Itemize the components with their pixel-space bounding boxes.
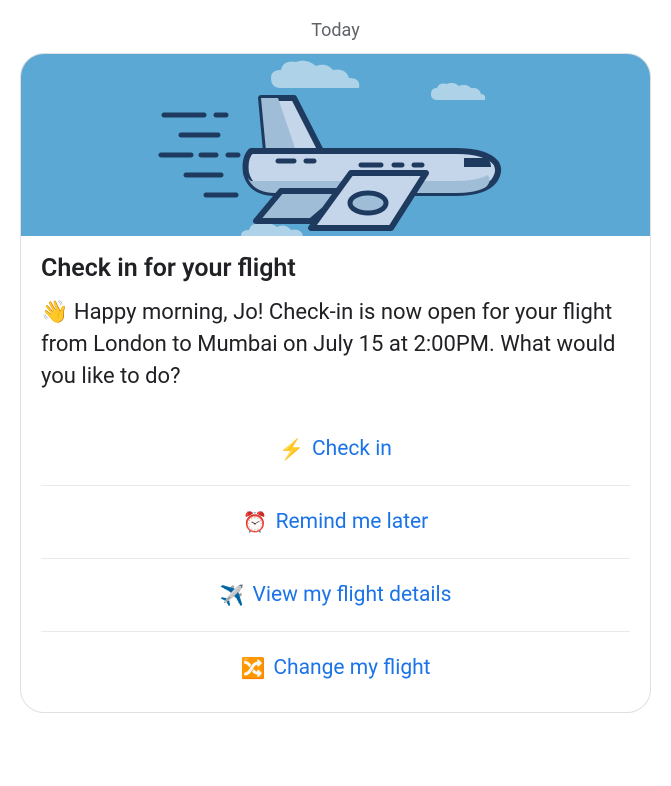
airplane-icon xyxy=(146,73,526,233)
action-label: Remind me later xyxy=(276,510,429,534)
lightning-icon: ⚡ xyxy=(279,437,304,461)
notification-card: Check in for your flight 👋 Happy morning… xyxy=(20,53,651,713)
action-label: View my flight details xyxy=(252,583,451,607)
alarm-clock-icon: ⏰ xyxy=(243,510,268,534)
hero-illustration xyxy=(21,54,650,236)
shuffle-icon: 🔀 xyxy=(240,656,265,680)
card-body: Check in for your flight 👋 Happy morning… xyxy=(21,236,650,712)
wave-emoji: 👋 xyxy=(41,300,68,325)
airplane-icon: ✈️ xyxy=(220,583,245,607)
check-in-button[interactable]: ⚡ Check in xyxy=(41,413,630,485)
view-flight-details-button[interactable]: ✈️ View my flight details xyxy=(41,558,630,631)
change-flight-button[interactable]: 🔀 Change my flight xyxy=(41,631,630,704)
date-header: Today xyxy=(311,20,359,41)
action-list: ⚡ Check in ⏰ Remind me later ✈️ View my … xyxy=(41,413,630,704)
remind-later-button[interactable]: ⏰ Remind me later xyxy=(41,485,630,558)
card-message: 👋 Happy morning, Jo! Check-in is now ope… xyxy=(41,297,630,393)
card-title: Check in for your flight xyxy=(41,254,630,283)
message-text: Happy morning, Jo! Check-in is now open … xyxy=(41,300,615,389)
action-label: Check in xyxy=(312,437,392,461)
action-label: Change my flight xyxy=(273,656,430,680)
